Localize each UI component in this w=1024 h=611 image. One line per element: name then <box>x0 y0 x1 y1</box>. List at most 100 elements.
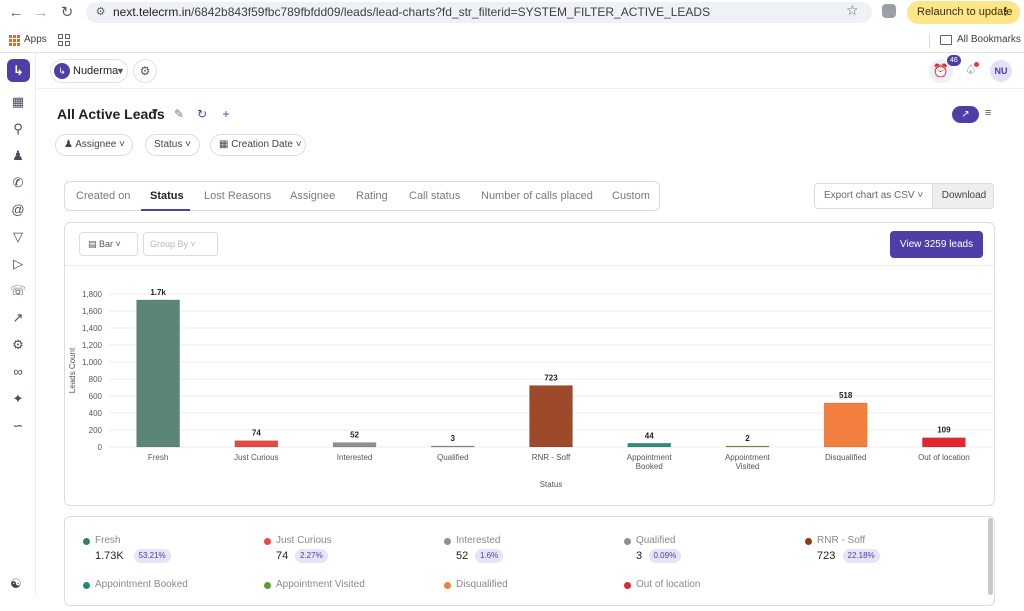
tab-custom[interactable]: Custom <box>612 182 650 210</box>
export-format-select[interactable]: Export chart as CSV ˅ <box>815 184 932 208</box>
x-tick-label: Qualified <box>437 453 469 462</box>
tab-groups-icon[interactable] <box>58 34 70 46</box>
site-settings-icon[interactable]: ⚙ <box>93 5 108 20</box>
refresh-icon[interactable]: ↻ <box>194 106 210 122</box>
all-bookmarks-link[interactable]: All Bookmarks <box>957 34 1021 45</box>
x-tick-label: RNR - Soff <box>532 453 571 462</box>
add-plus-icon[interactable]: + <box>218 106 234 122</box>
legend-color-dot <box>444 582 451 589</box>
x-tick-label: Visited <box>736 462 760 471</box>
tab-assignee[interactable]: Assignee <box>290 182 335 210</box>
telecrm-logo[interactable]: ↳ <box>7 59 30 82</box>
legend-percent-badge: 2.27% <box>295 549 328 563</box>
y-axis-title: Leads Count <box>68 347 77 393</box>
legend-value: 52 <box>456 550 469 562</box>
filter-icon[interactable]: ▽ <box>9 228 27 246</box>
legend-percent-badge: 0.09% <box>648 549 682 563</box>
bar <box>725 445 770 448</box>
apps-bookmark[interactable]: Apps <box>24 34 47 45</box>
apps-grid-icon[interactable] <box>9 35 20 46</box>
calls-icon[interactable]: ✆ <box>9 174 27 192</box>
add-user-icon[interactable]: ♟ <box>9 147 27 165</box>
legend-percent-badge: 22.18% <box>842 549 880 563</box>
legend-item[interactable]: Just Curious 74 2.27% <box>264 535 434 567</box>
workspace-switcher[interactable]: ↳ Nuderma ▼ <box>50 59 128 83</box>
legend-item[interactable]: Interested 52 1.6% <box>444 535 614 567</box>
tab-created-on[interactable]: Created on <box>76 182 130 210</box>
reload-icon[interactable]: ↻ <box>56 3 78 23</box>
x-tick-label: Appointment <box>627 453 673 462</box>
legend-item[interactable]: Fresh 1.73K 53.21% <box>83 535 253 567</box>
legend-item[interactable]: Appointment Booked <box>83 579 253 611</box>
data-label: 52 <box>350 431 359 440</box>
x-tick-label: Fresh <box>148 453 168 462</box>
chevron-down-icon: ▼ <box>116 66 125 76</box>
whatsapp-icon[interactable]: ☏ <box>9 282 27 300</box>
legend-color-dot <box>264 538 271 545</box>
download-button[interactable]: Download <box>932 184 993 208</box>
support-headset-icon[interactable]: ☯ <box>10 576 22 592</box>
view-leads-button[interactable]: View 3259 leads <box>890 231 983 258</box>
tab-number-of-calls-placed[interactable]: Number of calls placed <box>481 182 593 210</box>
chart-type-select[interactable]: ▤ Bar ˅ <box>79 232 138 256</box>
ai-sparkle-icon[interactable]: ✦ <box>9 390 27 408</box>
reports-icon[interactable]: ↗ <box>9 309 27 327</box>
filter-creation-date[interactable]: ▦ Creation Date ˅ <box>210 134 306 156</box>
legend-item[interactable]: Qualified 3 0.09% <box>624 535 794 567</box>
filter-assignee[interactable]: ♟ Assignee ˅ <box>55 134 133 156</box>
data-label: 1.7k <box>150 288 166 297</box>
browser-toolbar: ← → ↻ ⚙ next.telecrm.in/6842b843f59fbc78… <box>0 0 1024 27</box>
data-label: 44 <box>645 431 654 440</box>
search-icon[interactable]: ⚲ <box>9 120 27 138</box>
extension-icon[interactable] <box>882 4 896 18</box>
title-chevron-down-icon[interactable]: ▼ <box>150 107 160 118</box>
y-tick-label: 1,400 <box>82 324 103 333</box>
attachment-icon[interactable]: ∽ <box>9 417 27 435</box>
dashboard-icon[interactable]: ▦ <box>9 93 27 111</box>
bar <box>529 385 573 448</box>
y-tick-label: 200 <box>89 426 103 435</box>
x-axis-title: Status <box>540 480 563 489</box>
bot-icon[interactable]: ⚙ <box>9 336 27 354</box>
more-menu-icon[interactable]: ⋮ <box>1000 1 1011 24</box>
legend-color-dot <box>624 538 631 545</box>
tab-lost-reasons[interactable]: Lost Reasons <box>204 182 271 210</box>
y-tick-label: 1,000 <box>82 358 103 367</box>
back-arrow-icon[interactable]: ← <box>5 3 27 23</box>
x-tick-label: Appointment <box>725 453 771 462</box>
x-tick-label: Booked <box>636 462 663 471</box>
settings-gear-icon[interactable]: ⚙ <box>133 59 157 83</box>
integrations-icon[interactable]: ∞ <box>9 363 27 381</box>
legend-item[interactable]: Appointment Visited <box>264 579 434 611</box>
tab-rating[interactable]: Rating <box>356 182 388 210</box>
legend-item[interactable]: Out of location <box>624 579 794 611</box>
filter-status[interactable]: Status ˅ <box>145 134 200 156</box>
bookmark-star-icon[interactable]: ☆ <box>846 2 859 19</box>
legend-color-dot <box>83 538 90 545</box>
page-title[interactable]: All Active Leads <box>57 106 165 122</box>
legend-color-dot <box>444 538 451 545</box>
legend-value: 3 <box>636 550 643 562</box>
group-by-select[interactable]: Group By ˅ <box>143 232 218 256</box>
legend-color-dot <box>805 538 812 545</box>
forward-arrow-icon[interactable]: → <box>30 3 52 23</box>
legend-item[interactable]: Disqualified <box>444 579 614 611</box>
legend-item[interactable]: RNR - Soff 723 22.18% <box>805 535 975 567</box>
email-icon[interactable]: @ <box>9 201 27 219</box>
x-tick-label: Just Curious <box>234 453 278 462</box>
relaunch-button[interactable]: Relaunch to update ⋮ <box>907 1 1020 24</box>
list-view-toggle-icon[interactable]: ≡ <box>985 107 991 119</box>
tab-status[interactable]: Status <box>150 182 184 210</box>
chart-view-toggle-icon[interactable]: ↗ <box>952 106 979 123</box>
bar <box>136 299 180 448</box>
legend-name: Out of location <box>636 579 701 590</box>
address-bar[interactable]: ⚙ next.telecrm.in/6842b843f59fbc789fbfdd… <box>86 2 872 23</box>
user-avatar[interactable]: NU <box>990 60 1012 82</box>
legend-scrollbar[interactable] <box>988 518 993 595</box>
bar <box>627 443 671 448</box>
edit-pencil-icon[interactable]: ✎ <box>171 106 187 122</box>
tag-icon[interactable]: ▷ <box>9 255 27 273</box>
folder-icon <box>940 35 952 45</box>
tab-call-status[interactable]: Call status <box>409 182 460 210</box>
bar <box>234 440 279 448</box>
